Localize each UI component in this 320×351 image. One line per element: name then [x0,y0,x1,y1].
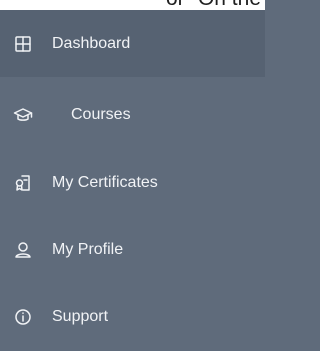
top-overflow-strip: or "On the side [0,0,265,10]
sidebar-item-label: My Certificates [52,173,158,191]
sidebar-item-label: Dashboard [52,34,131,52]
sidebar-item-support[interactable]: Support [0,283,265,350]
sidebar: Dashboard Courses My Certificates My Pro… [0,10,265,351]
overflow-text: or "On the side [166,0,265,10]
graduation-cap-icon [12,104,34,126]
user-icon [12,239,34,261]
certificate-icon [12,172,34,194]
sidebar-item-my-certificates[interactable]: My Certificates [0,149,265,216]
sidebar-item-dashboard[interactable]: Dashboard [0,10,265,77]
sidebar-item-label: Support [52,307,109,325]
info-icon [12,306,34,328]
sidebar-item-label: Courses [71,105,131,123]
grid-icon [12,33,34,55]
sidebar-item-label: My Profile [52,240,124,258]
sidebar-item-courses[interactable]: Courses [0,81,265,148]
sidebar-item-my-profile[interactable]: My Profile [0,216,265,283]
